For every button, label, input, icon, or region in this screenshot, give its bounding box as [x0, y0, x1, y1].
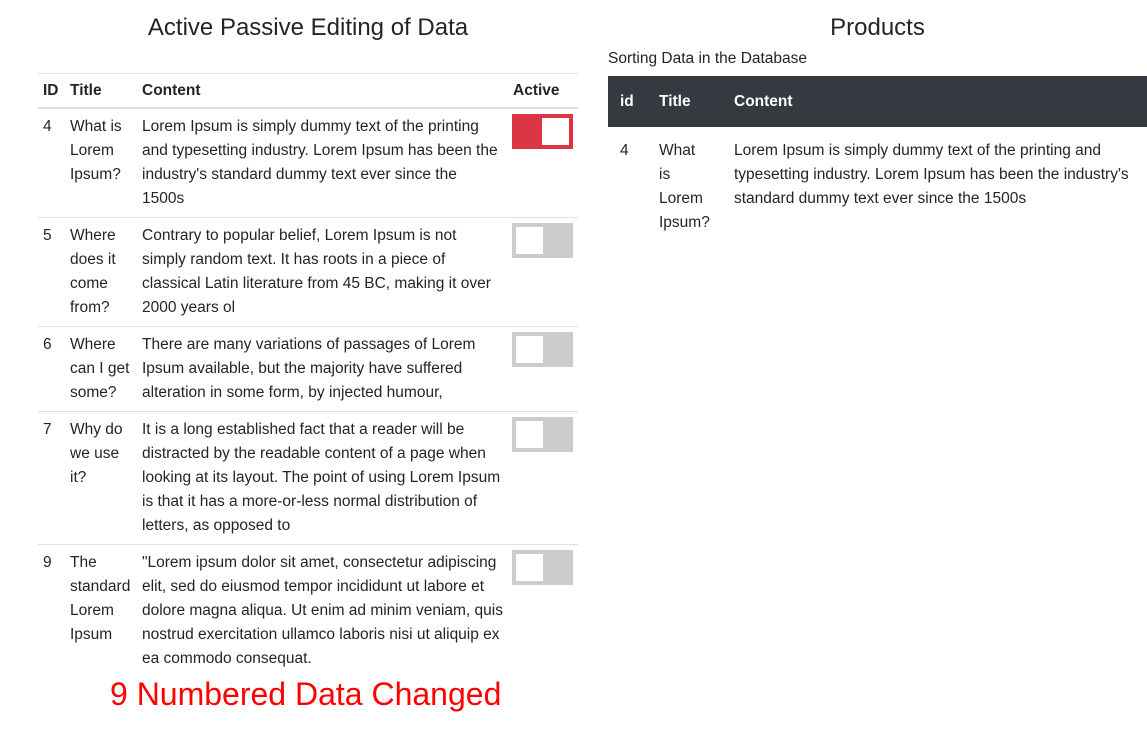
row-content: It is a long established fact that a rea… [137, 410, 508, 544]
column-header-id: ID [38, 73, 65, 109]
row-id: 4 [43, 117, 52, 135]
row-title: What is Lorem Ipsum? [70, 117, 122, 183]
column-header-content: Content [137, 73, 508, 109]
column-header-id: id [608, 76, 647, 127]
table-row: 9 The standard Lorem Ipsum "Lorem ipsum … [38, 543, 578, 677]
column-header-title: Title [65, 73, 137, 109]
active-toggle[interactable] [512, 549, 573, 585]
table-row: 4 What is Lorem Ipsum? Lorem Ipsum is si… [38, 108, 578, 218]
row-title: Why do we use it? [65, 410, 137, 544]
products-table: id Title Content 4 What is Lorem Ipsum? … [608, 76, 1147, 247]
row-id: 5 [38, 216, 65, 326]
table-caption: Sorting Data in the Database [608, 50, 808, 67]
editing-table: ID Title Content Active 4 What is Lorem … [38, 73, 578, 677]
table-row: 5 Where does it come from? Contrary to p… [38, 216, 578, 326]
row-id: 9 [38, 543, 65, 677]
table-header-row: ID Title Content Active [38, 73, 578, 109]
table-row: 6 Where can I get some? There are many v… [38, 325, 578, 411]
products-title: Products [830, 14, 925, 41]
column-header-content: Content [722, 76, 1147, 127]
row-title: Where can I get some? [65, 325, 137, 411]
row-title: Where does it come from? [65, 216, 137, 326]
row-id: 4 [620, 142, 629, 159]
row-id: 7 [38, 410, 65, 544]
row-content: "Lorem ipsum dolor sit amet, consectetur… [137, 543, 508, 677]
column-header-title: Title [647, 76, 722, 127]
table-header-row: id Title Content [608, 76, 1147, 127]
row-title: The standard Lorem Ipsum [65, 543, 137, 677]
page-title: Active Passive Editing of Data [147, 14, 469, 41]
active-toggle[interactable] [512, 113, 573, 149]
row-content: Lorem Ipsum is simply dummy text of the … [142, 117, 498, 207]
active-toggle[interactable] [512, 416, 573, 452]
row-title: What is Lorem Ipsum? [659, 142, 710, 231]
table-row: 7 Why do we use it? It is a long establi… [38, 410, 578, 544]
row-content: Lorem Ipsum is simply dummy text of the … [734, 142, 1129, 207]
row-content: There are many variations of passages of… [137, 325, 508, 411]
active-toggle[interactable] [512, 222, 573, 258]
active-toggle[interactable] [512, 331, 573, 367]
row-content: Contrary to popular belief, Lorem Ipsum … [137, 216, 508, 326]
row-id: 6 [38, 325, 65, 411]
status-message: 9 Numbered Data Changed [110, 676, 502, 712]
table-row: 4 What is Lorem Ipsum? Lorem Ipsum is si… [608, 127, 1147, 247]
column-header-active: Active [508, 73, 578, 109]
